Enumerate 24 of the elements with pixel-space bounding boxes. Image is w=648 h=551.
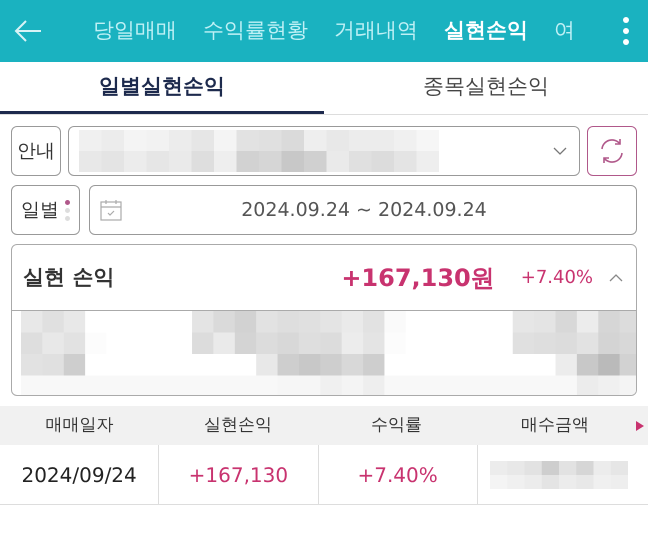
summary-title: 실현 손익 [23,264,114,291]
profit-rate: +7.40% [520,266,593,290]
sub-tab[interactable]: 일별실현손익 [0,62,324,114]
profit-amount: +167,130원 [341,262,495,294]
account-select[interactable] [68,126,580,176]
table-cell: 2024/09/24 [0,445,160,504]
column-header: 매수금액 [520,414,590,437]
column-header: 실현손익 [202,414,273,437]
more-icon[interactable] [622,17,630,45]
calendar-icon [100,199,122,221]
column-header: 매매일자 [44,414,114,437]
scroll-right-icon[interactable] [636,421,644,431]
date-range-field[interactable]: 2024.09.24 ~ 2024.09.24 [89,185,637,235]
chevron-up-icon[interactable] [609,274,623,282]
chevron-down-icon [553,147,567,155]
table-cell: +7.40% [318,445,478,504]
refresh-button[interactable] [587,126,637,176]
period-button[interactable]: 일별 [11,185,80,235]
refresh-icon [598,137,626,165]
back-icon[interactable] [13,19,43,43]
column-header: 수익률 [370,414,423,437]
info-button[interactable]: 안내 [11,126,61,176]
sub-tab[interactable]: 종목실현손익 [324,62,648,114]
table-cell: +167,130 [159,445,318,504]
